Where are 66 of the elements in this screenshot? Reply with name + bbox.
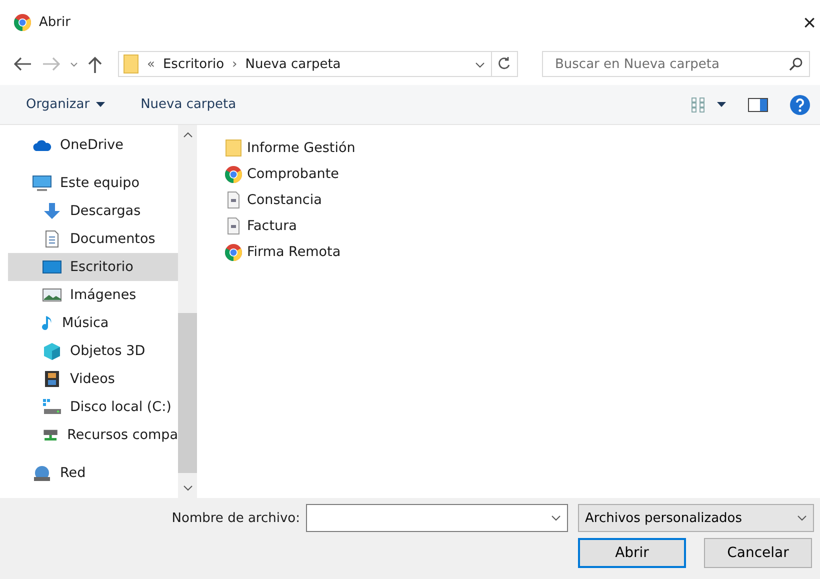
dropdown-caret-icon bbox=[551, 515, 561, 521]
dropdown-caret-icon bbox=[475, 62, 485, 68]
help-button[interactable] bbox=[790, 94, 810, 114]
window-title: Abrir bbox=[39, 15, 72, 30]
sidebar-item[interactable]: Documentos bbox=[8, 225, 178, 253]
chrome-logo-icon bbox=[14, 14, 31, 31]
breadcrumb-item[interactable]: Escritorio bbox=[162, 56, 224, 72]
dropdown-triangle-icon bbox=[717, 102, 726, 107]
refresh-icon bbox=[498, 56, 511, 70]
sidebar-item[interactable]: Disco local (C:) bbox=[8, 393, 178, 421]
file-item[interactable]: Informe Gestión bbox=[225, 135, 820, 161]
search-field[interactable]: Buscar en Nueva carpeta bbox=[542, 51, 810, 77]
scroll-up-icon bbox=[182, 132, 192, 138]
recent-locations-button[interactable] bbox=[70, 62, 78, 66]
scrollbar[interactable] bbox=[178, 125, 197, 498]
monitor-icon bbox=[32, 174, 52, 192]
file-icon bbox=[225, 191, 242, 209]
music-note-icon bbox=[42, 314, 54, 332]
overflow-chevron[interactable]: « bbox=[147, 56, 155, 72]
cancel-button[interactable]: Cancelar bbox=[704, 538, 812, 568]
help-icon bbox=[790, 94, 810, 114]
dropdown-caret-icon bbox=[797, 515, 807, 521]
sidebar-item[interactable]: Descargas bbox=[8, 197, 178, 225]
preview-pane-button[interactable] bbox=[748, 98, 768, 112]
breadcrumb-separator: › bbox=[232, 56, 238, 72]
globe-network-icon bbox=[32, 464, 52, 482]
file-item[interactable]: Comprobante bbox=[225, 161, 820, 187]
back-button[interactable] bbox=[14, 57, 32, 71]
chrome-logo-icon bbox=[225, 244, 242, 260]
chrome-logo-icon bbox=[225, 166, 242, 182]
picture-icon bbox=[42, 286, 62, 304]
folder-icon bbox=[123, 54, 139, 74]
open-button[interactable]: Abrir bbox=[578, 538, 686, 568]
file-type-dropdown[interactable]: Archivos personalizados bbox=[578, 504, 814, 532]
file-item[interactable]: Factura bbox=[225, 213, 820, 239]
file-icon bbox=[225, 217, 242, 235]
breadcrumb-item[interactable]: Nueva carpeta bbox=[245, 56, 341, 72]
sidebar-item[interactable]: Este equipo bbox=[8, 169, 178, 197]
up-button[interactable] bbox=[88, 56, 102, 72]
folder-icon bbox=[225, 139, 242, 157]
sidebar-item[interactable]: OneDrive bbox=[8, 131, 178, 159]
search-icon bbox=[789, 57, 803, 71]
sidebar-item[interactable]: Objetos 3D bbox=[8, 337, 178, 365]
close-button[interactable]: × bbox=[803, 10, 816, 36]
sidebar-item[interactable]: Red bbox=[8, 459, 178, 487]
view-options-button[interactable] bbox=[691, 96, 726, 112]
organize-menu-button[interactable]: Organizar bbox=[26, 97, 105, 112]
drive-icon bbox=[42, 398, 62, 416]
sidebar-item[interactable]: Recursos compa bbox=[8, 421, 178, 449]
cube-icon bbox=[42, 342, 62, 360]
film-strip-icon bbox=[42, 370, 62, 388]
filename-field[interactable] bbox=[306, 504, 568, 532]
sidebar-item[interactable]: Música bbox=[8, 309, 178, 337]
file-item[interactable]: Constancia bbox=[225, 187, 820, 213]
preview-pane-icon bbox=[748, 98, 768, 112]
desktop-icon bbox=[42, 258, 62, 276]
filename-label: Nombre de archivo: bbox=[172, 510, 300, 526]
file-item[interactable]: Firma Remota bbox=[225, 239, 820, 265]
sidebar-item[interactable]: Escritorio bbox=[8, 253, 178, 281]
scroll-down-icon bbox=[182, 485, 192, 491]
sidebar-item[interactable]: Videos bbox=[8, 365, 178, 393]
sidebar-item[interactable]: Imágenes bbox=[8, 281, 178, 309]
dropdown-triangle-icon bbox=[96, 102, 105, 107]
address-bar[interactable]: « Escritorio › Nueva carpeta bbox=[118, 51, 518, 77]
new-folder-button[interactable]: Nueva carpeta bbox=[140, 97, 236, 112]
download-arrow-icon bbox=[42, 202, 62, 220]
